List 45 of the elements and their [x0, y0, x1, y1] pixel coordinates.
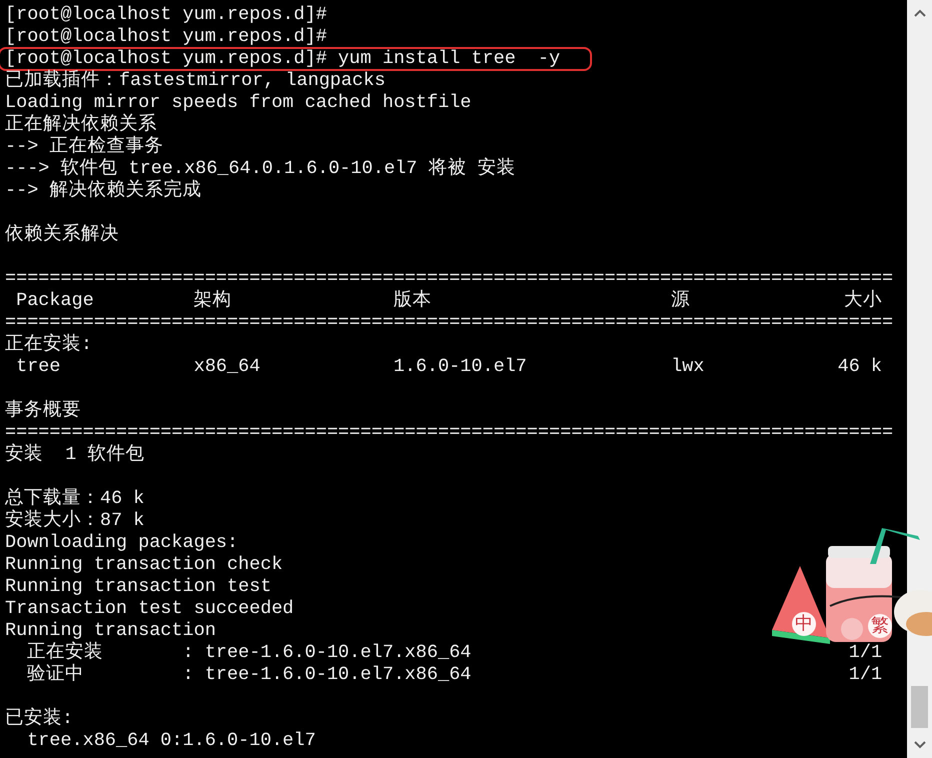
terminal-line: 总下载量：46 k — [5, 488, 144, 509]
table-cell: 大小 — [844, 290, 882, 312]
terminal-line: --> 解决依赖关系完成 — [5, 180, 202, 202]
table-cell-text: 架构 — [194, 290, 233, 312]
progress-count: 1/1 — [848, 664, 882, 686]
terminal-line: [root@localhost yum.repos.d]# — [5, 4, 327, 26]
scrollbar[interactable] — [907, 0, 932, 758]
separator-line: ================================================================================ — [5, 268, 894, 290]
terminal-line: Loading mirror speeds from cached hostfile — [5, 92, 472, 114]
table-cell-text: tree — [16, 356, 62, 378]
table-cell-text: x86_64 — [194, 356, 262, 378]
table-cell-text: 1.6.0-10.el7 — [394, 356, 528, 378]
package-name: : tree-1.6.0-10.el7.x86_64 — [182, 642, 472, 664]
terminal-line: Downloading packages: — [5, 532, 238, 554]
terminal-line: Transaction test succeeded — [5, 598, 294, 620]
step-label: 验证中 — [27, 664, 86, 686]
terminal-line: 已加载插件：fastestmirror, langpacks — [5, 70, 386, 92]
terminal-line: --> 正在检查事务 — [5, 136, 164, 158]
terminal-line: ---> 软件包 tree.x86_64.0.1.6.0-10.el7 将被 安装 — [5, 158, 516, 179]
table-cell-text: 版本 — [394, 290, 433, 312]
progress-count: 1/1 — [848, 642, 882, 664]
terminal-line: 正在解决依赖关系 — [5, 114, 157, 136]
terminal-line: [root@localhost yum.repos.d]# — [5, 26, 327, 48]
terminal-line: Running transaction — [5, 620, 216, 641]
terminal-line: tree.x86_64 0:1.6.0-10.el7 — [26, 730, 316, 752]
scrollbar-thumb[interactable] — [911, 686, 928, 728]
scroll-down-icon[interactable] — [914, 741, 926, 749]
terminal-line: 事务概要 — [5, 400, 81, 422]
separator-line: ================================================================================ — [5, 312, 894, 333]
terminal-line: 已安装: — [5, 708, 74, 730]
scroll-up-icon[interactable] — [914, 9, 926, 17]
table-cell: 46 k — [838, 356, 882, 378]
terminal-line: 依赖关系解决 — [5, 224, 119, 246]
package-name: : tree-1.6.0-10.el7.x86_64 — [182, 664, 472, 686]
step-label: 正在安装 — [27, 642, 104, 664]
table-cell-text: 源 — [671, 290, 692, 312]
terminal-line: 安装大小：87 k — [5, 510, 144, 532]
separator-line: ================================================================================ — [5, 422, 894, 443]
terminal-line: [root@localhost yum.repos.d]# yum install tree -y — [0, 49, 590, 69]
table-cell-text: Package — [16, 290, 95, 312]
terminal-line: 正在安装: — [5, 334, 92, 356]
terminal-line: Running transaction check — [5, 554, 283, 576]
table-cell-text: lwx — [671, 356, 706, 378]
terminal-line: 安装 1 软件包 — [5, 444, 144, 466]
terminal-line: Running transaction test — [5, 576, 272, 598]
